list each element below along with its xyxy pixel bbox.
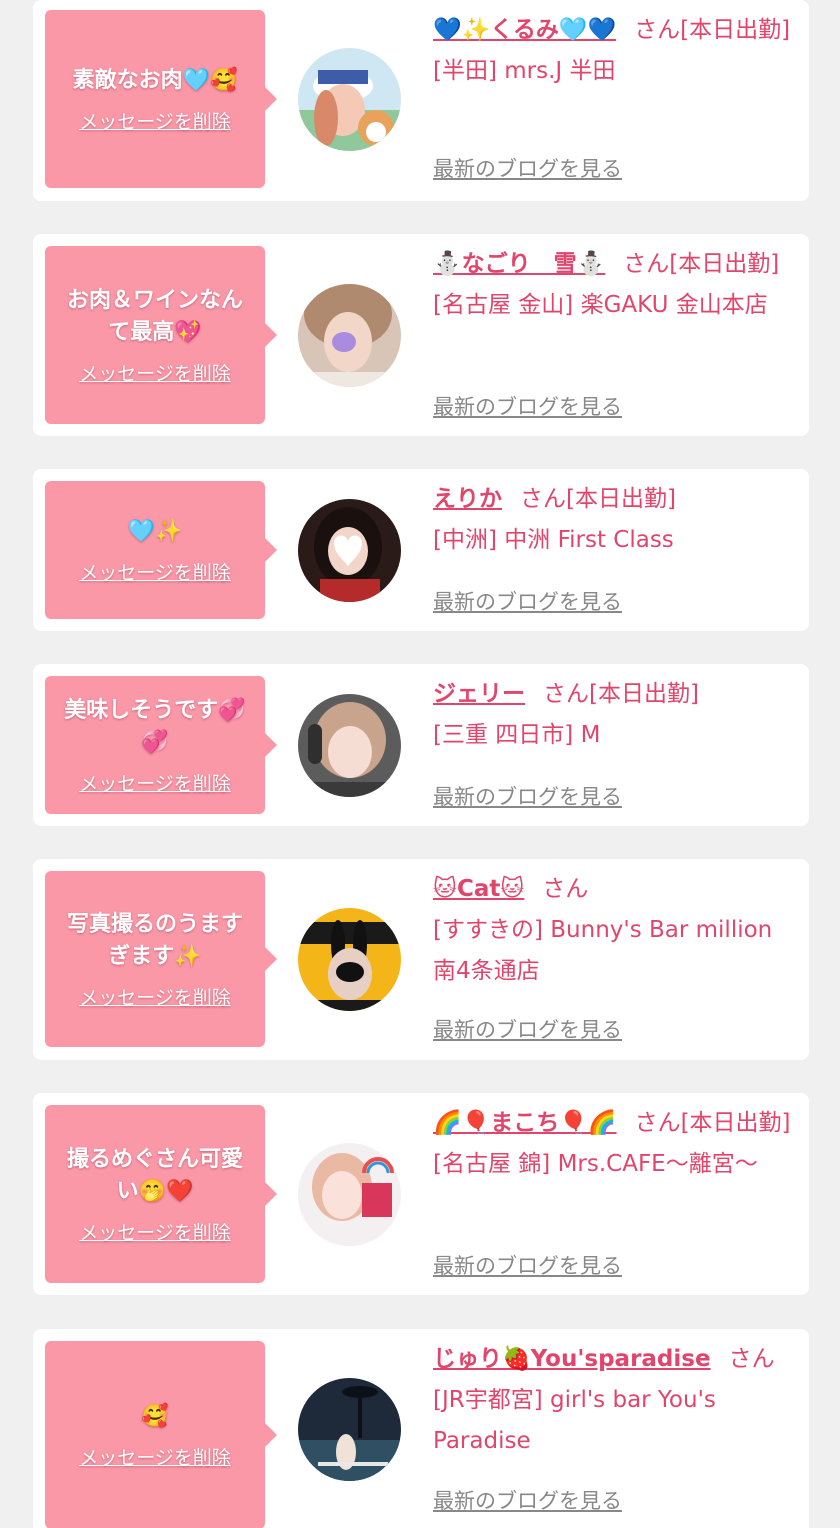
avatar[interactable] — [298, 1378, 401, 1481]
shop-name: [名古屋 錦] Mrs.CAFE〜離宮〜 — [433, 1151, 758, 1177]
cast-name-link[interactable]: ⛄なごり 雪⛄ — [433, 251, 605, 277]
latest-blog-link[interactable]: 最新のブログを見る — [433, 586, 622, 616]
message-text: 素敵なお肉🩵🥰 — [72, 67, 238, 93]
cast-status: さん — [542, 876, 589, 902]
avatar[interactable] — [298, 1143, 401, 1246]
cast-name-link[interactable]: 🐱Cat🐱 — [433, 876, 524, 902]
cast-name-link[interactable]: ジェリー — [433, 681, 525, 707]
message-card: 撮るめぐさん可愛い🤭❤️ メッセージを削除 🌈🎈まこち🎈🌈 さん[本日出勤] [名… — [33, 1093, 809, 1295]
delete-message-link[interactable]: メッセージを削除 — [79, 107, 231, 134]
latest-blog-link[interactable]: 最新のブログを見る — [433, 153, 622, 183]
shop-name: [名古屋 金山] 楽GAKU 金山本店 — [433, 292, 768, 318]
cast-info: えりか さん[本日出勤] [中洲] 中洲 First Class — [433, 479, 797, 561]
message-card: 🥰 メッセージを削除 じゅり🍓You'sparadise さん [JR宇都宮] g… — [33, 1329, 809, 1528]
shop-name: [JR宇都宮] girl's bar You's Paradise — [433, 1387, 716, 1454]
cast-status: さん[本日出勤] — [520, 486, 676, 512]
message-bubble: 🥰 メッセージを削除 — [45, 1341, 277, 1528]
avatar[interactable] — [298, 908, 401, 1011]
avatar-icon — [298, 908, 401, 1011]
message-card: 写真撮るのうますぎます✨ メッセージを削除 🐱Cat🐱 さん [すすきの] Bun… — [33, 859, 809, 1060]
message-bubble: 素敵なお肉🩵🥰 メッセージを削除 — [45, 10, 277, 188]
cast-name-link[interactable]: じゅり🍓You'sparadise — [433, 1346, 711, 1372]
cast-info: 💙✨くるみ🩵💙 さん[本日出勤] [半田] mrs.J 半田 — [433, 10, 797, 92]
shop-name: [半田] mrs.J 半田 — [433, 58, 616, 84]
avatar-icon — [298, 1378, 401, 1481]
avatar-icon — [298, 1143, 401, 1246]
avatar-icon — [298, 499, 401, 602]
message-bubble: お肉＆ワインなんて最高💖 メッセージを削除 — [45, 246, 277, 424]
delete-message-link[interactable]: メッセージを削除 — [79, 769, 231, 796]
delete-message-link[interactable]: メッセージを削除 — [79, 359, 231, 386]
message-list: 素敵なお肉🩵🥰 メッセージを削除 💙✨くるみ🩵💙 さん[本日出勤] [半田] mr… — [0, 0, 840, 1528]
message-bubble: 写真撮るのうますぎます✨ メッセージを削除 — [45, 871, 277, 1047]
cast-status: さん[本日出勤] — [634, 17, 791, 43]
cast-status: さん[本日出勤] — [623, 251, 780, 277]
message-bubble: 撮るめぐさん可愛い🤭❤️ メッセージを削除 — [45, 1105, 277, 1283]
cast-status: さん[本日出勤] — [634, 1110, 791, 1136]
latest-blog-link[interactable]: 最新のブログを見る — [433, 1250, 622, 1280]
cast-info: ジェリー さん[本日出勤] [三重 四日市] M — [433, 674, 797, 756]
message-text: お肉＆ワインなんて最高💖 — [66, 287, 243, 345]
message-text: 美味しそうです💞💞 — [64, 697, 246, 755]
shop-name: [中洲] 中洲 First Class — [433, 527, 674, 553]
message-card: 🩵✨ メッセージを削除 えりか さん[本日出勤] [中洲] 中洲 First Cl… — [33, 469, 809, 631]
cast-info: 🌈🎈まこち🎈🌈 さん[本日出勤] [名古屋 錦] Mrs.CAFE〜離宮〜 — [433, 1103, 797, 1185]
cast-name-link[interactable]: えりか — [433, 486, 502, 512]
message-card: 美味しそうです💞💞 メッセージを削除 ジェリー さん[本日出勤] [三重 四日市]… — [33, 664, 809, 826]
latest-blog-link[interactable]: 最新のブログを見る — [433, 781, 622, 811]
avatar[interactable] — [298, 499, 401, 602]
delete-message-link[interactable]: メッセージを削除 — [79, 558, 231, 585]
avatar[interactable] — [298, 48, 401, 151]
delete-message-link[interactable]: メッセージを削除 — [79, 1443, 231, 1470]
delete-message-link[interactable]: メッセージを削除 — [79, 983, 231, 1010]
message-card: お肉＆ワインなんて最高💖 メッセージを削除 ⛄なごり 雪⛄ さん[本日出勤] [名… — [33, 234, 809, 436]
avatar-icon — [298, 48, 401, 151]
avatar-icon — [298, 284, 401, 387]
message-text: 🥰 — [141, 1403, 169, 1429]
cast-status: さん[本日出勤] — [543, 681, 699, 707]
avatar[interactable] — [298, 284, 401, 387]
cast-info: 🐱Cat🐱 さん [すすきの] Bunny's Bar million 南4条通店 — [433, 869, 797, 992]
latest-blog-link[interactable]: 最新のブログを見る — [433, 1485, 622, 1515]
shop-name: [三重 四日市] M — [433, 722, 601, 748]
cast-info: ⛄なごり 雪⛄ さん[本日出勤] [名古屋 金山] 楽GAKU 金山本店 — [433, 244, 797, 326]
message-text: 写真撮るのうますぎます✨ — [66, 911, 243, 969]
message-text: 🩵✨ — [127, 518, 183, 544]
avatar[interactable] — [298, 694, 401, 797]
message-bubble: 🩵✨ メッセージを削除 — [45, 481, 277, 619]
cast-info: じゅり🍓You'sparadise さん [JR宇都宮] girl's bar Y… — [433, 1339, 797, 1462]
cast-status: さん — [728, 1346, 775, 1372]
cast-name-link[interactable]: 💙✨くるみ🩵💙 — [433, 17, 616, 43]
latest-blog-link[interactable]: 最新のブログを見る — [433, 391, 622, 421]
cast-name-link[interactable]: 🌈🎈まこち🎈🌈 — [433, 1110, 617, 1136]
message-card: 素敵なお肉🩵🥰 メッセージを削除 💙✨くるみ🩵💙 さん[本日出勤] [半田] mr… — [33, 0, 809, 201]
delete-message-link[interactable]: メッセージを削除 — [79, 1218, 231, 1245]
latest-blog-link[interactable]: 最新のブログを見る — [433, 1014, 622, 1044]
shop-name: [すすきの] Bunny's Bar million 南4条通店 — [433, 917, 773, 984]
message-text: 撮るめぐさん可愛い🤭❤️ — [66, 1146, 243, 1204]
avatar-icon — [298, 694, 401, 797]
message-bubble: 美味しそうです💞💞 メッセージを削除 — [45, 676, 277, 814]
